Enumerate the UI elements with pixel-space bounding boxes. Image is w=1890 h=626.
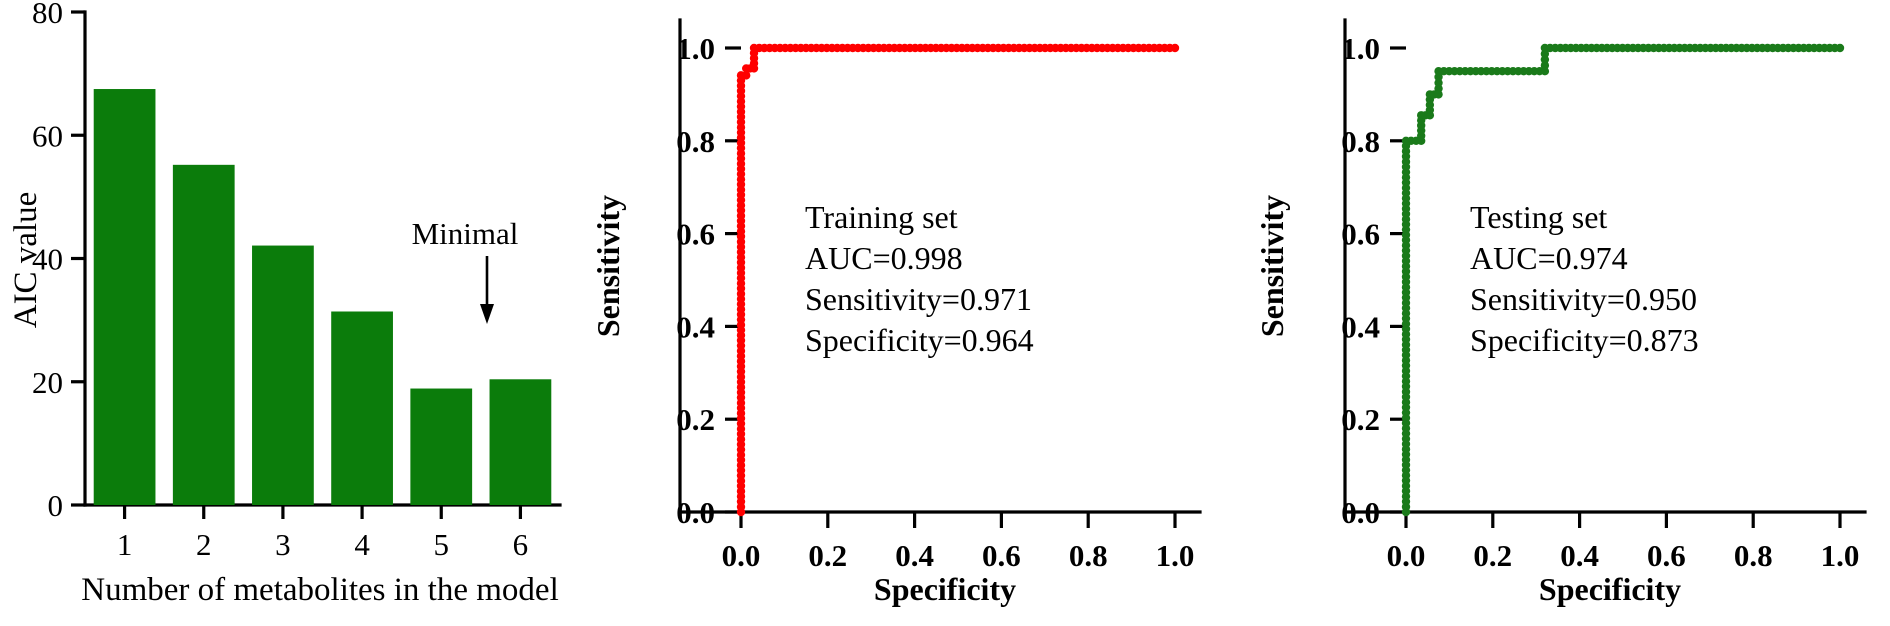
testing-roc-svg: 0.0 0.2 0.4 0.6 0.8 1.0 0.0 0.2 0.4 0.6 0.8 1.0 Te… (1254, 18, 1867, 607)
aic-x-tick-label: 1 (117, 527, 133, 562)
roc-stat-line: Training set (805, 199, 958, 235)
roc-y-tick-label: 1.0 (1341, 31, 1380, 66)
roc-x-tick-label: 0.2 (1473, 538, 1512, 573)
aic-y-tick-label: 60 (32, 118, 63, 153)
training-roc-svg: 0.0 0.2 0.4 0.6 0.8 1.0 0.0 0.2 0.4 0.6 0.8 1.0 Tr… (590, 18, 1202, 607)
roc-stat-line: AUC=0.998 (805, 240, 963, 276)
panel-aic-bar-chart: 0 20 40 60 80 123456 Minimal AIC value Numbe… (0, 0, 575, 626)
aic-y-axis-title: AIC value (8, 192, 44, 329)
panel-training-roc: 0.0 0.2 0.4 0.6 0.8 1.0 0.0 0.2 0.4 0.6 0.8 1.0 Tr… (575, 0, 1225, 626)
roc-x-tick-label: 1.0 (1821, 538, 1860, 573)
roc-marker (1835, 43, 1845, 53)
aic-x-tick-label: 4 (354, 527, 370, 562)
aic-bar (93, 89, 156, 505)
training-stats-block: Training set AUC=0.998 Sensitivity=0.971 Sp… (805, 199, 1034, 358)
aic-x-axis-title: Number of metabolites in the model (81, 572, 558, 608)
aic-bars-group (93, 89, 552, 505)
testing-stats-block: Testing set AUC=0.974 Sensitivity=0.950 Spe… (1470, 199, 1699, 358)
roc-y-tick-label: 0.4 (676, 309, 715, 344)
training-x-tick-labels: 0.0 0.2 0.4 0.6 0.8 1.0 (722, 538, 1195, 573)
aic-y-tick-label: 80 (32, 0, 63, 30)
roc-y-tick-label: 0.2 (676, 402, 715, 437)
testing-x-tick-labels: 0.0 0.2 0.4 0.6 0.8 1.0 (1387, 538, 1860, 573)
aic-x-tick-label: 5 (434, 527, 450, 562)
roc-stat-line: Specificity=0.873 (1470, 322, 1699, 358)
roc-x-tick-label: 0.4 (1560, 538, 1599, 573)
figure-root: 0 20 40 60 80 123456 Minimal AIC value Numbe… (0, 0, 1890, 626)
roc-x-tick-label: 0.8 (1069, 538, 1108, 573)
roc-x-tick-label: 0.0 (722, 538, 761, 573)
aic-y-tick-label: 0 (48, 488, 64, 523)
aic-y-tick-marks (71, 10, 85, 507)
roc-y-tick-label: 1.0 (676, 31, 715, 66)
roc-x-tick-label: 0.6 (982, 538, 1021, 573)
minimal-arrow-head (480, 304, 494, 324)
aic-x-tick-label: 6 (513, 527, 529, 562)
aic-bar (172, 164, 235, 505)
roc-y-tick-label: 0.6 (1341, 217, 1380, 252)
training-x-tick-marks (739, 512, 1177, 528)
training-y-tick-labels: 0.00.20.40.60.81.0 (676, 31, 715, 530)
aic-bar (331, 311, 393, 505)
roc-y-tick-label: 0.4 (1341, 309, 1380, 344)
aic-bar (489, 379, 552, 505)
testing-x-tick-marks (1404, 512, 1842, 528)
aic-bar (252, 245, 314, 505)
aic-chart-svg: 020406080 123456 Minimal AIC value Numbe… (8, 0, 562, 608)
roc-y-tick-label: 0.8 (1341, 124, 1380, 159)
roc-stat-line: Sensitivity=0.950 (1470, 281, 1697, 317)
aic-x-tick-label: 3 (275, 527, 291, 562)
roc-stat-line: Sensitivity=0.971 (805, 281, 1032, 317)
roc-y-tick-label: 0.8 (676, 124, 715, 159)
training-y-axis-title: Sensitivity (590, 195, 626, 337)
roc-x-tick-label: 1.0 (1156, 538, 1195, 573)
roc-x-tick-label: 0.0 (1387, 538, 1426, 573)
aic-bar (410, 388, 473, 505)
testing-roc-curve (1401, 43, 1845, 517)
roc-x-tick-label: 0.2 (808, 538, 847, 573)
roc-x-tick-label: 0.8 (1734, 538, 1773, 573)
aic-y-tick-label: 20 (32, 365, 63, 400)
roc-stat-line: AUC=0.974 (1470, 240, 1628, 276)
testing-x-axis-title: Specificity (1539, 571, 1681, 607)
panel-testing-roc: 0.0 0.2 0.4 0.6 0.8 1.0 0.0 0.2 0.4 0.6 0.8 1.0 Te… (1225, 0, 1890, 626)
minimal-annotation-label: Minimal (412, 216, 519, 251)
roc-stat-line: Testing set (1470, 199, 1607, 235)
testing-y-tick-labels: 0.00.20.40.60.81.0 (1341, 31, 1380, 530)
roc-marker (1170, 43, 1180, 53)
aic-x-tick-labels: 1 2 3 4 5 6 (117, 527, 528, 562)
aic-x-tick-marks (122, 505, 523, 519)
training-x-axis-title: Specificity (874, 571, 1016, 607)
roc-stat-line: Specificity=0.964 (805, 322, 1034, 358)
training-roc-curve (736, 43, 1180, 517)
roc-x-tick-label: 0.4 (895, 538, 934, 573)
aic-x-tick-label: 2 (196, 527, 212, 562)
roc-y-tick-label: 0.2 (1341, 402, 1380, 437)
roc-x-tick-label: 0.6 (1647, 538, 1686, 573)
roc-y-tick-label: 0.6 (676, 217, 715, 252)
testing-y-axis-title: Sensitivity (1254, 195, 1290, 337)
